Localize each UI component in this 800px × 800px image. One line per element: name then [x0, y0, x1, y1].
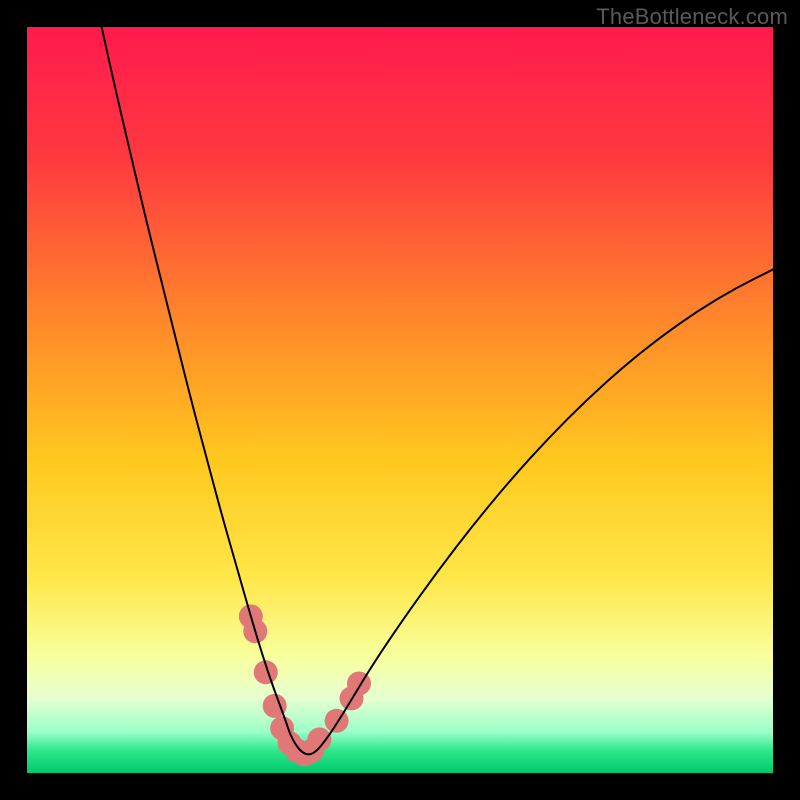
chart-frame	[27, 27, 773, 773]
bottleneck-chart	[27, 27, 773, 773]
gradient-background	[27, 27, 773, 773]
watermark-text: TheBottleneck.com	[596, 4, 788, 30]
marker-dot	[325, 709, 349, 733]
